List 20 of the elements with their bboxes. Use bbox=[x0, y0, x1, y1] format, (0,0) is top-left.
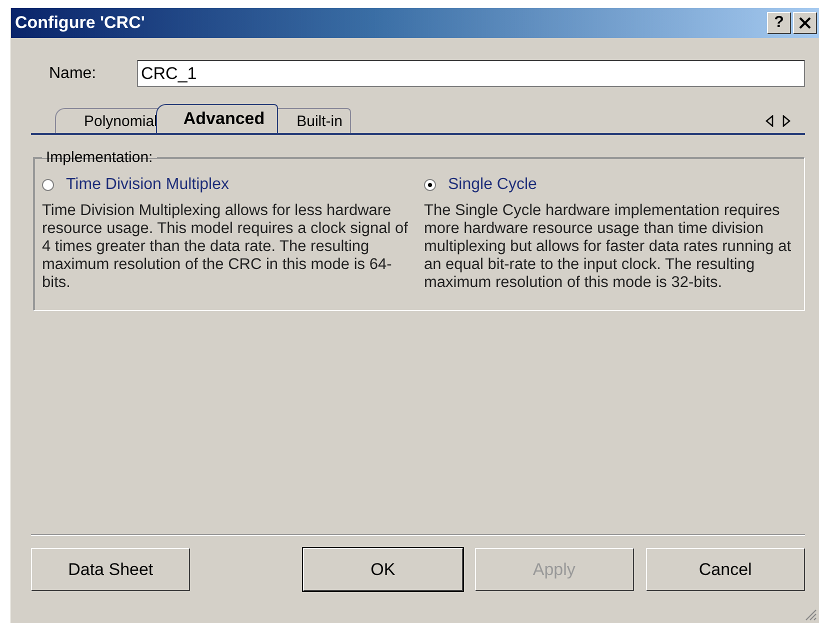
window-title: Configure 'CRC' bbox=[15, 13, 146, 33]
radio-button[interactable] bbox=[42, 179, 54, 191]
radio-button[interactable] bbox=[424, 179, 436, 191]
resize-grip-icon[interactable] bbox=[803, 607, 817, 621]
dialog-button[interactable]: OK bbox=[303, 548, 462, 591]
option-description: Time Division Multiplexing allows for less hardware resource usage. This model requires a clock signal of 4 times greater than the data rate. The resulting maximum resolution of the CRC in this mode is 64-bits. bbox=[42, 202, 409, 292]
scroll-left-icon[interactable] bbox=[765, 115, 774, 127]
dialog-button[interactable]: Cancel bbox=[646, 548, 805, 591]
tab[interactable]: Advanced bbox=[156, 104, 278, 133]
name-label: Name: bbox=[48, 64, 98, 82]
option-description: The Single Cycle hardware implementation requires more hardware resource usage than time division multiplexing but allows for faster data rates running at an equal bit-rate to the input clock. The resulting maximum resolution of this mode is 32-bits. bbox=[424, 202, 792, 292]
radio-option[interactable]: Single Cycle bbox=[424, 176, 794, 194]
close-icon bbox=[799, 17, 811, 29]
name-field[interactable]: CRC_1 bbox=[137, 60, 805, 87]
help-button[interactable]: ? bbox=[767, 12, 791, 34]
scroll-right-icon[interactable] bbox=[782, 115, 791, 127]
radio-option[interactable]: Time Division Multiplex bbox=[42, 176, 412, 194]
dialog-button[interactable]: Data Sheet bbox=[31, 548, 190, 591]
close-button[interactable] bbox=[793, 12, 817, 34]
group-title: Implementation: bbox=[45, 149, 154, 166]
